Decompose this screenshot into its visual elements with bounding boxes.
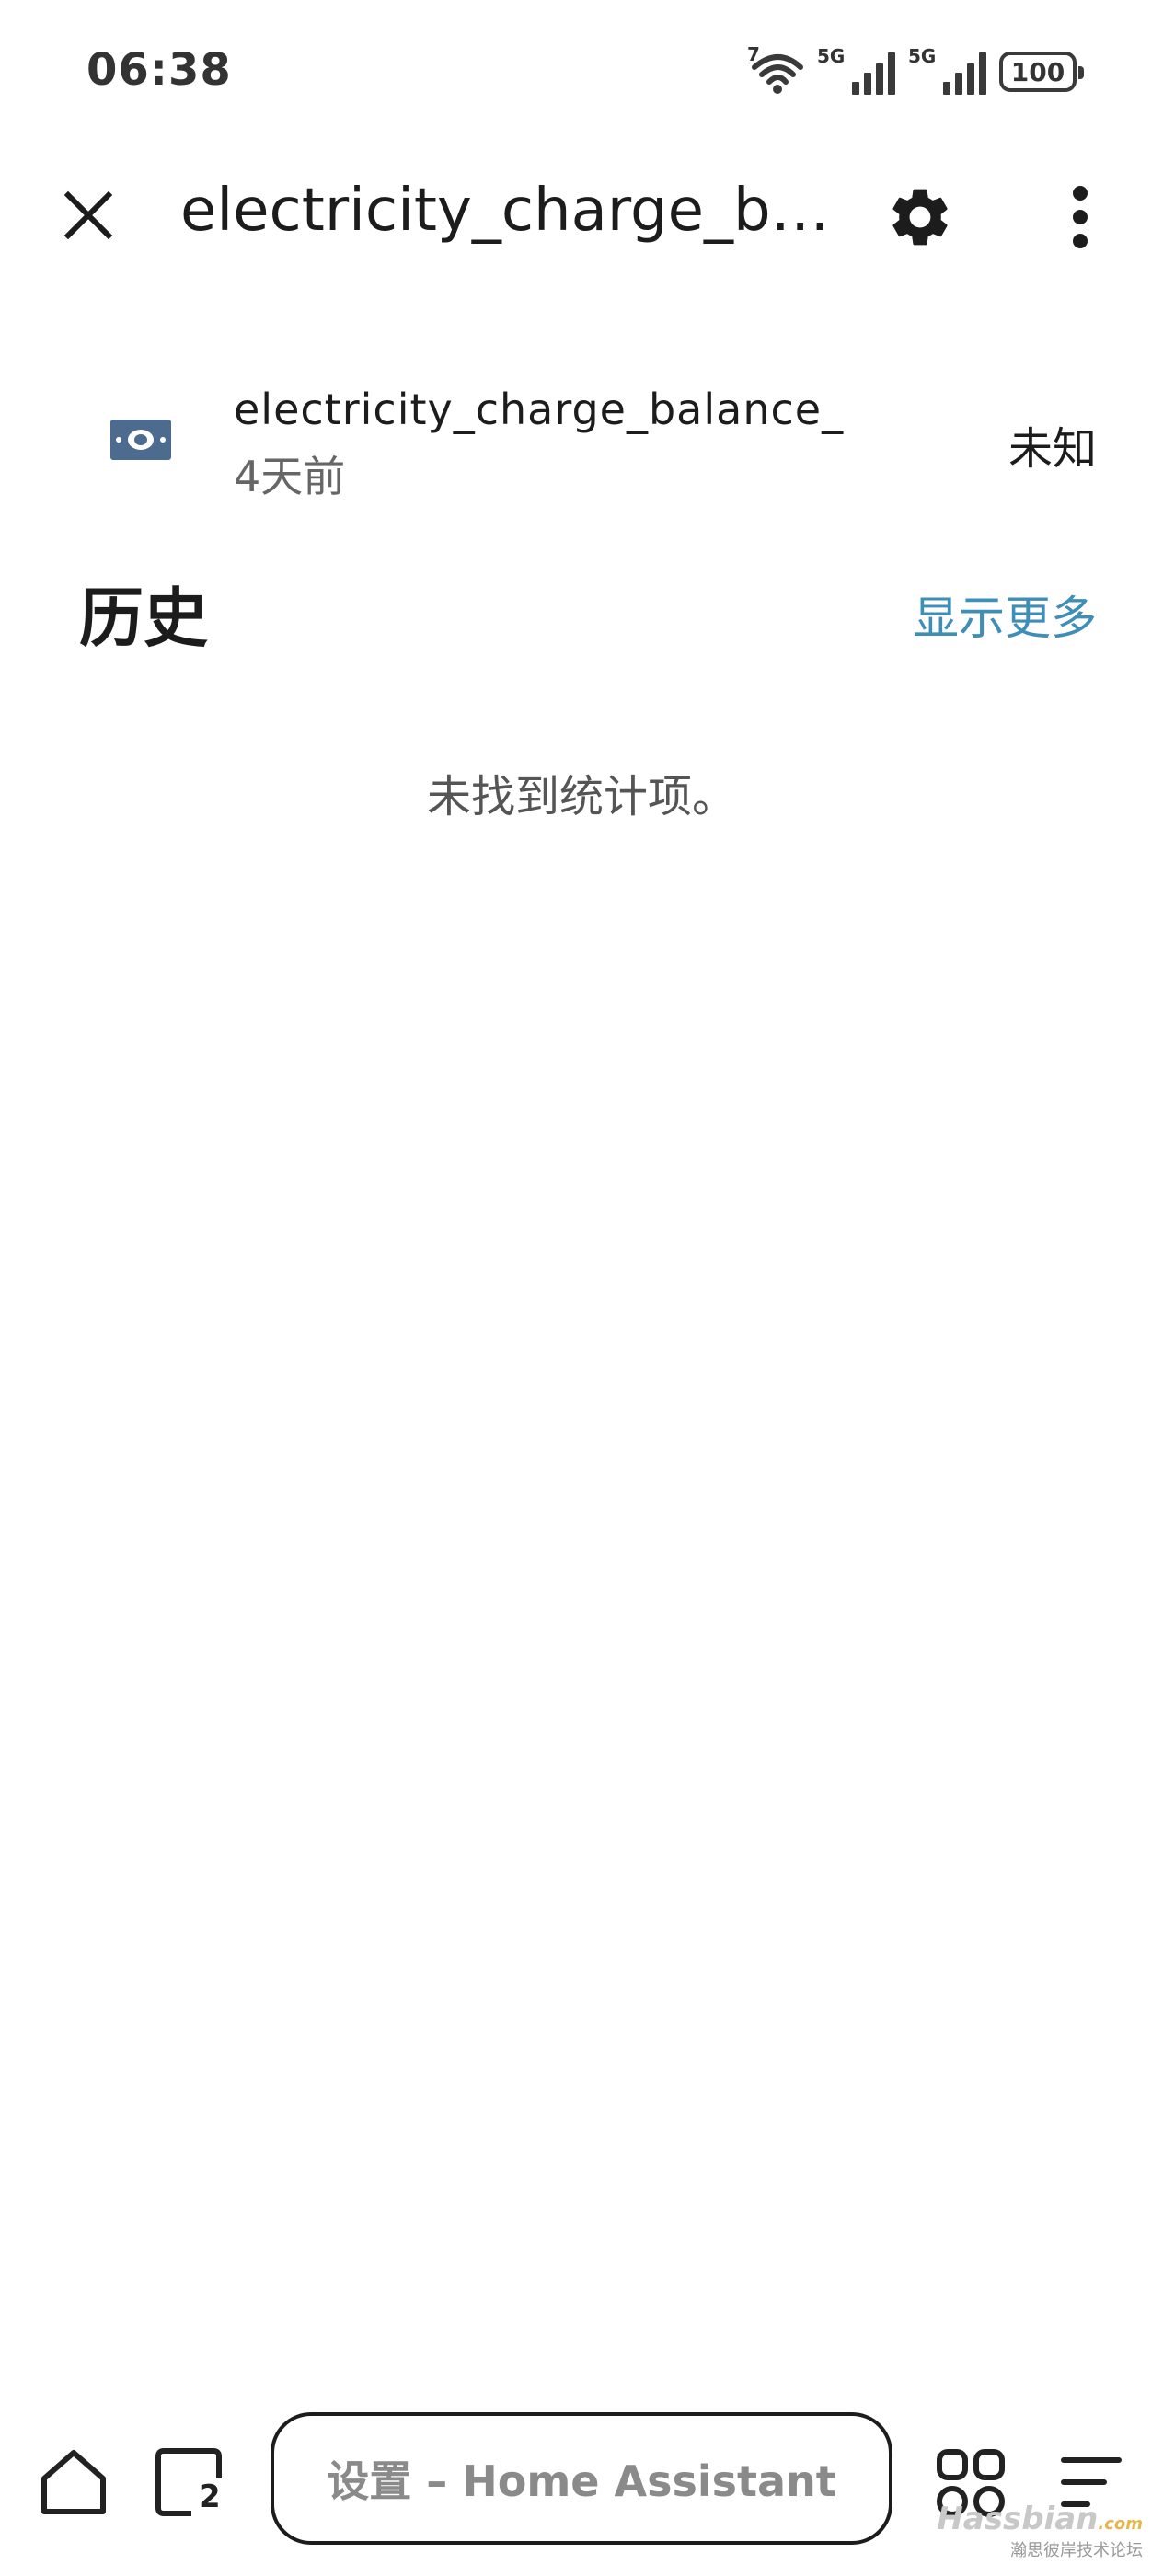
home-button[interactable] <box>39 2447 109 2517</box>
wifi-icon: 7 <box>747 43 804 95</box>
settings-button[interactable] <box>880 177 961 258</box>
show-more-link[interactable]: 显示更多 <box>913 581 1097 648</box>
dialog-title: electricity_charge_balance_ <box>180 177 843 245</box>
close-icon <box>63 190 113 240</box>
empty-statistics-message: 未找到统计项。 <box>426 771 736 822</box>
home-icon <box>41 2450 106 2514</box>
battery-level: 100 <box>1010 56 1065 87</box>
gear-icon <box>892 189 948 246</box>
close-button[interactable] <box>52 178 125 252</box>
status-time: 06:38 <box>86 44 232 96</box>
signal-sim1-icon: 5G <box>817 45 895 95</box>
watermark: Hassbian.com 瀚思彼岸技术论坛 <box>937 2501 1143 2561</box>
sim2-tag: 5G <box>908 45 937 67</box>
entity-name: electricity_charge_balance_ <box>234 385 845 434</box>
status-bar: 06:38 7 5G 5G 100 <box>0 0 1163 138</box>
more-vert-icon <box>1073 186 1088 248</box>
sim1-tag: 5G <box>817 45 846 67</box>
more-options-button[interactable] <box>1040 177 1121 258</box>
tab-count: 2 <box>197 2478 223 2515</box>
signal-sim2-icon: 5G <box>908 45 986 95</box>
battery-icon: 100 <box>999 52 1084 92</box>
entity-state: 未知 <box>1008 423 1097 475</box>
status-icons: 7 5G 5G 100 <box>747 43 1084 98</box>
entity-last-changed: 4天前 <box>234 452 346 501</box>
screen: 06:38 7 5G 5G 100 electricity_charge_bal… <box>0 0 1163 2576</box>
tabs-button[interactable]: 2 <box>155 2447 225 2517</box>
wifi-tag: 7 <box>747 43 760 65</box>
app-bar: electricity_charge_balance_ <box>0 138 1163 285</box>
entity-row[interactable]: electricity_charge_balance_ 4天前 未知 <box>0 368 1163 524</box>
watermark-sub: 瀚思彼岸技术论坛 <box>1010 2541 1143 2560</box>
watermark-suffix: .com <box>1098 2514 1143 2534</box>
cash-icon <box>110 420 171 460</box>
address-bar[interactable]: 设置 – Home Assistant <box>271 2412 892 2545</box>
watermark-main: Hassbian <box>937 2501 1099 2537</box>
history-title: 历史 <box>79 581 208 656</box>
